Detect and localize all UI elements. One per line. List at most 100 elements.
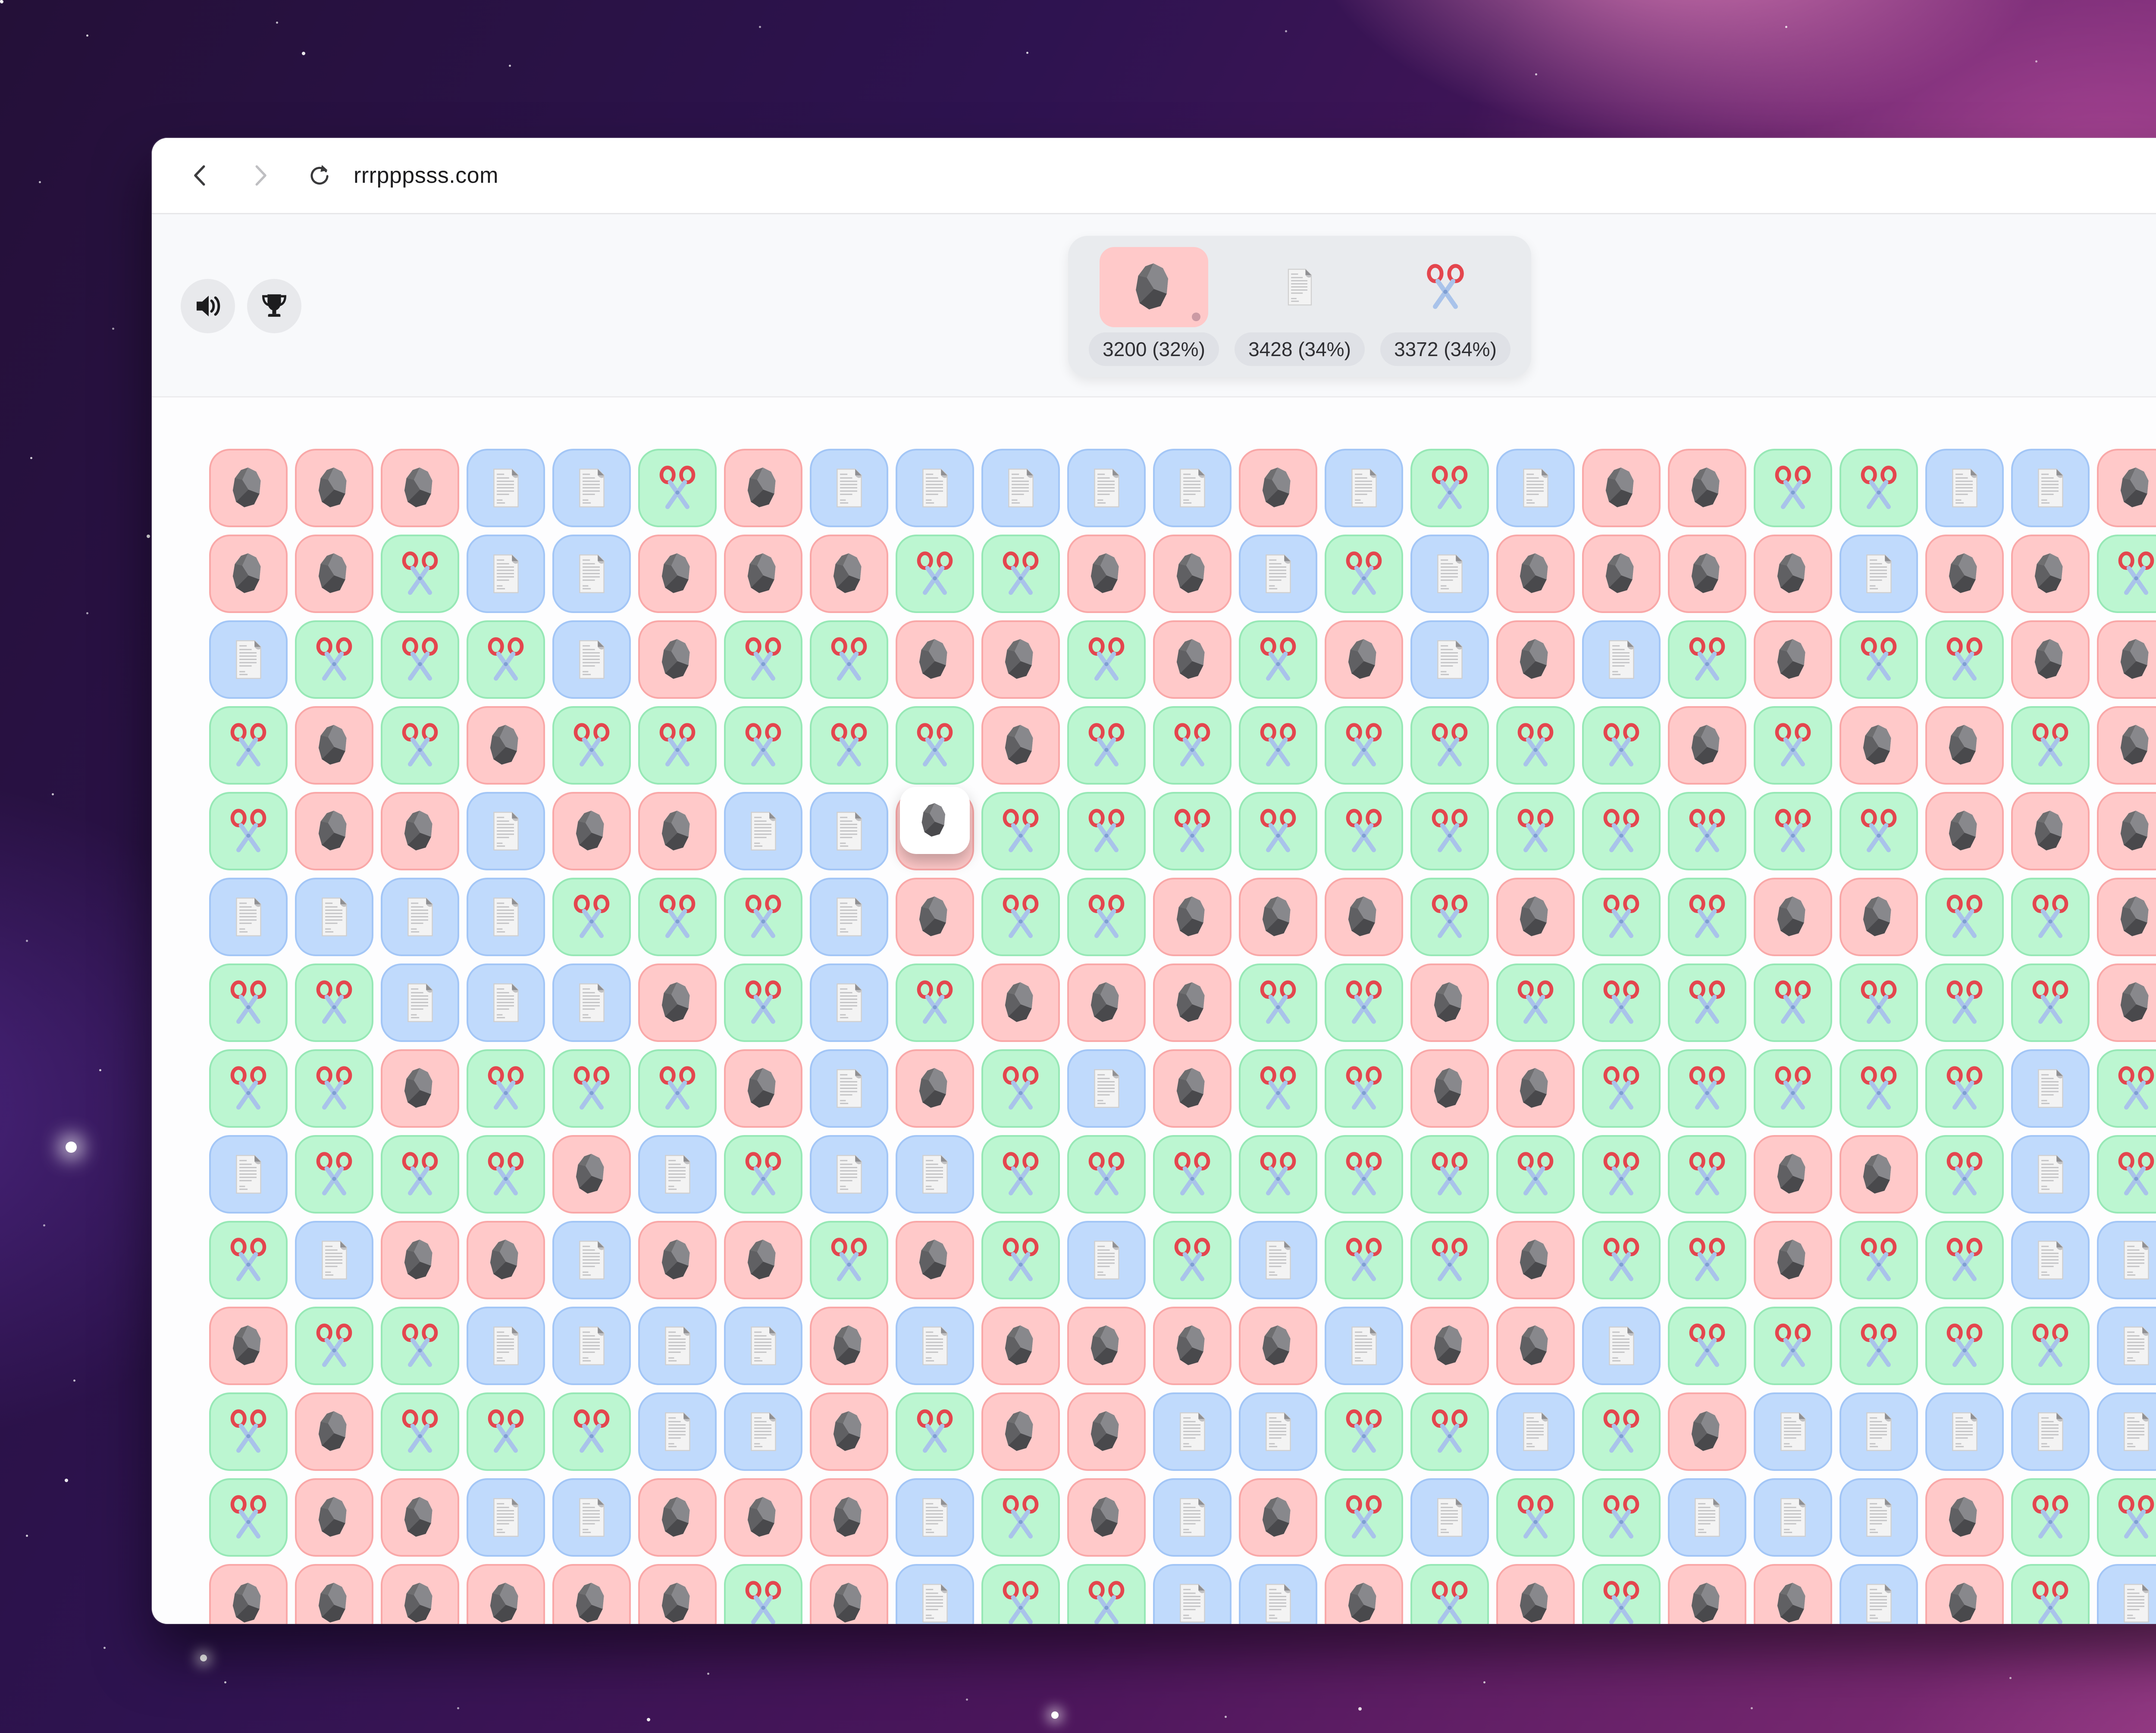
grid-cell-paper[interactable] — [810, 449, 888, 527]
grid-cell-scissors[interactable] — [981, 1135, 1060, 1214]
grid-cell-rock[interactable] — [295, 1478, 373, 1557]
grid-cell-scissors[interactable] — [1668, 1307, 1746, 1385]
grid-cell-scissors[interactable] — [209, 963, 288, 1042]
grid-cell-scissors[interactable] — [1410, 792, 1489, 870]
grid-cell-paper[interactable] — [1925, 449, 2004, 527]
grid-cell-paper[interactable] — [552, 963, 631, 1042]
grid-cell-paper[interactable] — [1754, 1478, 1832, 1557]
grid-cell-scissors[interactable] — [1410, 1221, 1489, 1299]
grid-cell-rock[interactable] — [1925, 1478, 2004, 1557]
grid-cell-rock[interactable] — [638, 535, 717, 613]
grid-cell-rock[interactable] — [810, 1564, 888, 1624]
grid-cell-scissors[interactable] — [810, 706, 888, 785]
grid-cell-scissors[interactable] — [1325, 792, 1403, 870]
grid-cell-scissors[interactable] — [2011, 1478, 2090, 1557]
grid-cell-scissors[interactable] — [2097, 1049, 2156, 1128]
grid-cell-scissors[interactable] — [810, 620, 888, 699]
forward-button[interactable] — [246, 161, 274, 190]
grid-cell-rock[interactable] — [810, 1392, 888, 1471]
grid-cell-scissors[interactable] — [295, 1049, 373, 1128]
grid-cell-scissors[interactable] — [467, 620, 545, 699]
grid-cell-scissors[interactable] — [638, 706, 717, 785]
grid-cell-paper[interactable] — [896, 449, 974, 527]
grid-cell-paper[interactable] — [2011, 1049, 2090, 1128]
grid-cell-scissors[interactable] — [1925, 620, 2004, 699]
grid-cell-scissors[interactable] — [1582, 963, 1661, 1042]
grid-cell-scissors[interactable] — [896, 535, 974, 613]
grid-cell-paper[interactable] — [2097, 1564, 2156, 1624]
grid-cell-scissors[interactable] — [1325, 1135, 1403, 1214]
grid-cell-paper[interactable] — [467, 1478, 545, 1557]
grid-cell-paper[interactable] — [2097, 1221, 2156, 1299]
grid-cell-paper[interactable] — [1925, 1392, 2004, 1471]
grid-cell-rock[interactable] — [981, 620, 1060, 699]
grid-cell-paper[interactable] — [1496, 1392, 1575, 1471]
grid-cell-paper[interactable] — [724, 792, 802, 870]
grid-cell-rock[interactable] — [1582, 535, 1661, 613]
url-text[interactable]: rrrpppsss.com — [354, 163, 498, 188]
grid-cell-paper[interactable] — [467, 963, 545, 1042]
grid-cell-rock[interactable] — [1668, 535, 1746, 613]
grid-cell-paper[interactable] — [1067, 1049, 1146, 1128]
grid-cell-paper[interactable] — [1410, 1478, 1489, 1557]
grid-cell-scissors[interactable] — [1839, 449, 1918, 527]
grid-cell-paper[interactable] — [381, 963, 459, 1042]
grid-cell-scissors[interactable] — [981, 1049, 1060, 1128]
grid-cell-scissors[interactable] — [209, 1478, 288, 1557]
grid-cell-scissors[interactable] — [1754, 449, 1832, 527]
grid-cell-rock[interactable] — [810, 1478, 888, 1557]
grid-cell-scissors[interactable] — [1839, 1307, 1918, 1385]
grid-cell-paper[interactable] — [467, 1307, 545, 1385]
grid-cell-rock[interactable] — [638, 792, 717, 870]
grid-cell-rock[interactable] — [1067, 963, 1146, 1042]
grid-cell-paper[interactable] — [209, 1135, 288, 1214]
grid-cell-scissors[interactable] — [381, 1307, 459, 1385]
reload-button[interactable] — [305, 161, 334, 190]
grid-cell-paper[interactable] — [810, 963, 888, 1042]
grid-cell-rock[interactable] — [1496, 1049, 1575, 1128]
grid-cell-scissors[interactable] — [1839, 1049, 1918, 1128]
grid-cell-paper[interactable] — [209, 620, 288, 699]
grid-cell-paper[interactable] — [1067, 449, 1146, 527]
grid-cell-rock[interactable] — [1925, 535, 2004, 613]
grid-cell-scissors[interactable] — [810, 1221, 888, 1299]
grid-cell-scissors[interactable] — [1925, 1221, 2004, 1299]
grid-cell-paper[interactable] — [2011, 1221, 2090, 1299]
grid-cell-rock[interactable] — [638, 1478, 717, 1557]
grid-cell-rock[interactable] — [1925, 792, 2004, 870]
grid-cell-rock[interactable] — [1754, 1135, 1832, 1214]
grid-cell-rock[interactable] — [381, 1478, 459, 1557]
grid-cell-scissors[interactable] — [1496, 706, 1575, 785]
grid-cell-paper[interactable] — [209, 878, 288, 956]
back-button[interactable] — [186, 161, 215, 190]
grid-cell-rock[interactable] — [1067, 1478, 1146, 1557]
grid-cell-paper[interactable] — [552, 1307, 631, 1385]
grid-cell-rock[interactable] — [1754, 1564, 1832, 1624]
trophy-button[interactable] — [247, 279, 301, 333]
grid-cell-paper[interactable] — [638, 1135, 717, 1214]
grid-cell-rock[interactable] — [295, 1392, 373, 1471]
grid-cell-rock[interactable] — [896, 878, 974, 956]
grid-cell-paper[interactable] — [552, 620, 631, 699]
grid-cell-scissors[interactable] — [1153, 1135, 1232, 1214]
grid-cell-rock[interactable] — [381, 1564, 459, 1624]
grid-cell-scissors[interactable] — [1239, 620, 1317, 699]
grid-cell-rock[interactable] — [295, 449, 373, 527]
grid-cell-rock[interactable] — [638, 1564, 717, 1624]
grid-cell-scissors[interactable] — [1925, 1307, 2004, 1385]
grid-cell-paper[interactable] — [1668, 1478, 1746, 1557]
grid-cell-scissors[interactable] — [1582, 1221, 1661, 1299]
grid-cell-rock[interactable] — [1925, 706, 2004, 785]
grid-cell-rock[interactable] — [896, 1221, 974, 1299]
grid-cell-paper[interactable] — [2097, 1392, 2156, 1471]
score-option-rock[interactable]: 3200 (32%) — [1081, 247, 1227, 366]
grid-cell-scissors[interactable] — [1153, 792, 1232, 870]
grid-cell-paper[interactable] — [2011, 1135, 2090, 1214]
grid-cell-scissors[interactable] — [2097, 1135, 2156, 1214]
grid-cell-paper[interactable] — [724, 1307, 802, 1385]
grid-cell-scissors[interactable] — [1668, 1135, 1746, 1214]
grid-cell-scissors[interactable] — [1325, 1049, 1403, 1128]
grid-cell-scissors[interactable] — [552, 706, 631, 785]
grid-cell-paper[interactable] — [896, 1478, 974, 1557]
grid-cell-scissors[interactable] — [1067, 792, 1146, 870]
